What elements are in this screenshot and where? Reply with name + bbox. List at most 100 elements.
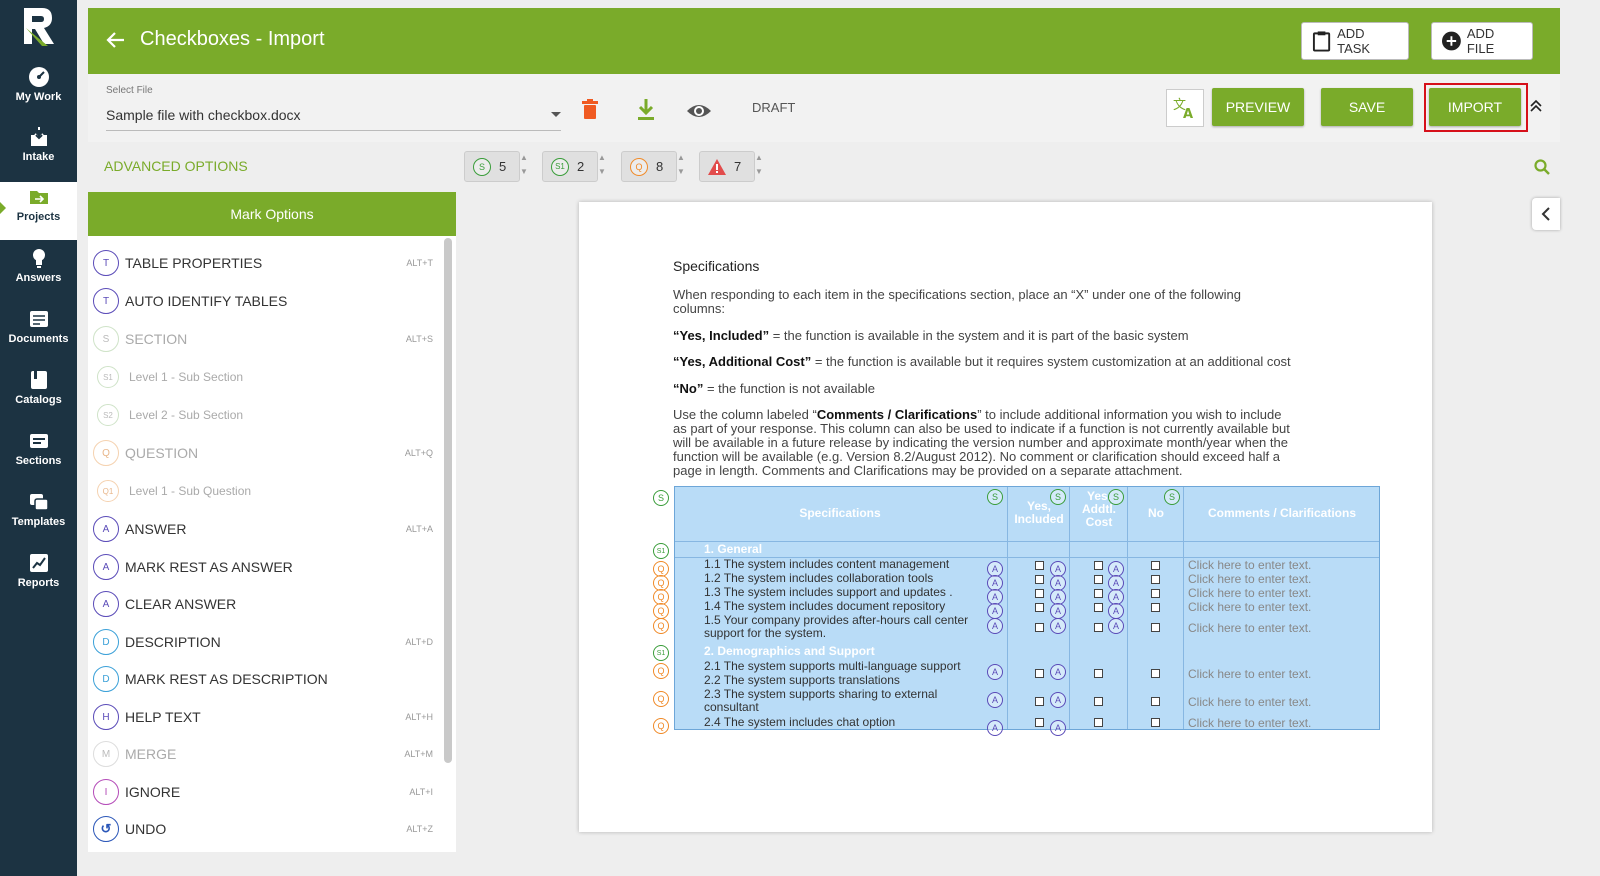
mark-option-merge[interactable]: M MERGE ALT+M [93, 739, 433, 769]
answer-marker[interactable]: A [1108, 618, 1124, 634]
mark-option-ignore[interactable]: I IGNORE ALT+I [93, 777, 433, 807]
advanced-options-link[interactable]: ADVANCED OPTIONS [104, 158, 248, 174]
checkbox[interactable] [1094, 603, 1103, 612]
question-counter[interactable]: Q 8 [621, 151, 677, 182]
checkbox[interactable] [1035, 561, 1044, 570]
comment-field[interactable]: Click here to enter text. [1188, 572, 1311, 586]
specifications-table[interactable]: Specifications Yes, Included Yes, Addtl.… [674, 486, 1380, 736]
checkbox[interactable] [1151, 603, 1160, 612]
counter-spinner[interactable]: ▲ ▼ [754, 151, 764, 182]
checkbox[interactable] [1035, 669, 1044, 678]
answer-marker[interactable]: A [1050, 618, 1066, 634]
mark-option-help-text[interactable]: H HELP TEXT ALT+H [93, 702, 433, 732]
warning-counter[interactable]: 7 [699, 151, 755, 182]
mark-option-undo[interactable]: ↺ UNDO ALT+Z [93, 814, 433, 844]
mark-option-auto-identify-tables[interactable]: T AUTO IDENTIFY TABLES [93, 286, 433, 316]
add-task-button[interactable]: ADD TASK [1301, 22, 1409, 60]
comment-field[interactable]: Click here to enter text. [1188, 586, 1311, 600]
checkbox[interactable] [1035, 718, 1044, 727]
comment-field[interactable]: Click here to enter text. [1188, 558, 1311, 572]
counter-spinner[interactable]: ▲ ▼ [676, 151, 686, 182]
eye-icon[interactable] [686, 102, 712, 120]
download-icon[interactable] [637, 99, 655, 121]
comment-field[interactable]: Click here to enter text. [1188, 600, 1311, 614]
answer-marker[interactable]: A [987, 720, 1003, 736]
checkbox[interactable] [1151, 623, 1160, 632]
translate-button[interactable]: 文A [1166, 89, 1204, 127]
mark-option-mark-rest-as-answer[interactable]: A MARK REST AS ANSWER [93, 552, 433, 582]
answer-marker[interactable]: A [987, 603, 1003, 619]
checkbox[interactable] [1151, 718, 1160, 727]
mark-option-question[interactable]: Q QUESTION ALT+Q [93, 438, 433, 468]
checkbox[interactable] [1151, 669, 1160, 678]
checkbox[interactable] [1035, 623, 1044, 632]
comment-field[interactable]: Click here to enter text. [1188, 621, 1311, 635]
mark-option-description[interactable]: D DESCRIPTION ALT+D [93, 627, 433, 657]
mark-option-table-properties[interactable]: T TABLE PROPERTIES ALT+T [93, 248, 433, 278]
question-marker[interactable]: Q [653, 603, 669, 619]
checkbox[interactable] [1035, 697, 1044, 706]
comment-field[interactable]: Click here to enter text. [1188, 695, 1311, 709]
nav-projects[interactable]: Projects [0, 182, 77, 240]
checkbox[interactable] [1151, 697, 1160, 706]
nav-intake[interactable]: Intake [0, 122, 77, 180]
checkbox[interactable] [1094, 697, 1103, 706]
section-marker[interactable]: S [1050, 489, 1066, 505]
answer-marker[interactable]: A [987, 664, 1003, 680]
answer-marker[interactable]: A [1050, 720, 1066, 736]
mark-option-answer[interactable]: A ANSWER ALT+A [93, 514, 433, 544]
save-button[interactable]: SAVE [1321, 88, 1413, 126]
checkbox[interactable] [1151, 575, 1160, 584]
section-marker[interactable]: S [987, 489, 1003, 505]
checkbox[interactable] [1094, 623, 1103, 632]
checkbox[interactable] [1094, 561, 1103, 570]
collapse-up-icon[interactable] [1529, 99, 1543, 113]
preview-button[interactable]: PREVIEW [1212, 88, 1304, 126]
subsection-marker[interactable]: S1 [653, 543, 669, 559]
counter-spinner[interactable]: ▲ ▼ [519, 151, 529, 182]
checkbox[interactable] [1151, 561, 1160, 570]
question-marker[interactable]: Q [653, 663, 669, 679]
nav-reports[interactable]: Reports [0, 548, 77, 606]
add-file-button[interactable]: ADD FILE [1431, 22, 1533, 60]
checkbox[interactable] [1151, 589, 1160, 598]
back-arrow-icon[interactable] [106, 30, 126, 50]
nav-sections[interactable]: Sections [0, 426, 77, 484]
section-counter[interactable]: S 5 [464, 151, 520, 182]
import-button[interactable]: IMPORT [1429, 88, 1521, 126]
nav-answers[interactable]: Answers [0, 243, 77, 301]
nav-catalogs[interactable]: Catalogs [0, 365, 77, 423]
mark-option-mark-rest-as-description[interactable]: D MARK REST AS DESCRIPTION [93, 664, 433, 694]
counter-spinner[interactable]: ▲ ▼ [597, 151, 607, 182]
mark-option-section[interactable]: S SECTION ALT+S [93, 324, 433, 354]
subsection-counter[interactable]: S1 2 [542, 151, 598, 182]
checkbox[interactable] [1094, 669, 1103, 678]
nav-my-work[interactable]: My Work [0, 62, 77, 120]
mark-option-level2-subsection[interactable]: S2 Level 2 - Sub Section [93, 400, 433, 430]
document-preview[interactable]: Specifications When responding to each i… [579, 202, 1432, 832]
answer-marker[interactable]: A [1050, 692, 1066, 708]
checkbox[interactable] [1035, 575, 1044, 584]
checkbox[interactable] [1035, 589, 1044, 598]
comment-field[interactable]: Click here to enter text. [1188, 667, 1311, 681]
answer-marker[interactable]: A [987, 692, 1003, 708]
question-marker[interactable]: Q [653, 618, 669, 634]
checkbox[interactable] [1094, 575, 1103, 584]
comment-field[interactable]: Click here to enter text. [1188, 716, 1311, 730]
mark-option-clear-answer[interactable]: A CLEAR ANSWER [93, 589, 433, 619]
checkbox[interactable] [1035, 603, 1044, 612]
mark-option-level1-subsection[interactable]: S1 Level 1 - Sub Section [93, 362, 433, 392]
question-marker[interactable]: Q [653, 691, 669, 707]
app-logo[interactable] [20, 6, 56, 46]
answer-marker[interactable]: A [1108, 603, 1124, 619]
section-marker[interactable]: S [653, 490, 669, 506]
subsection-marker[interactable]: S1 [653, 645, 669, 661]
nav-templates[interactable]: Templates [0, 487, 77, 545]
side-panel-toggle[interactable] [1532, 198, 1560, 230]
select-file-dropdown[interactable]: Sample file with checkbox.docx [106, 107, 561, 131]
answer-marker[interactable]: A [1050, 664, 1066, 680]
answer-marker[interactable]: A [1050, 603, 1066, 619]
mark-option-level1-subquestion[interactable]: Q1 Level 1 - Sub Question [93, 476, 433, 506]
checkbox[interactable] [1094, 589, 1103, 598]
section-marker[interactable]: S [1164, 489, 1180, 505]
